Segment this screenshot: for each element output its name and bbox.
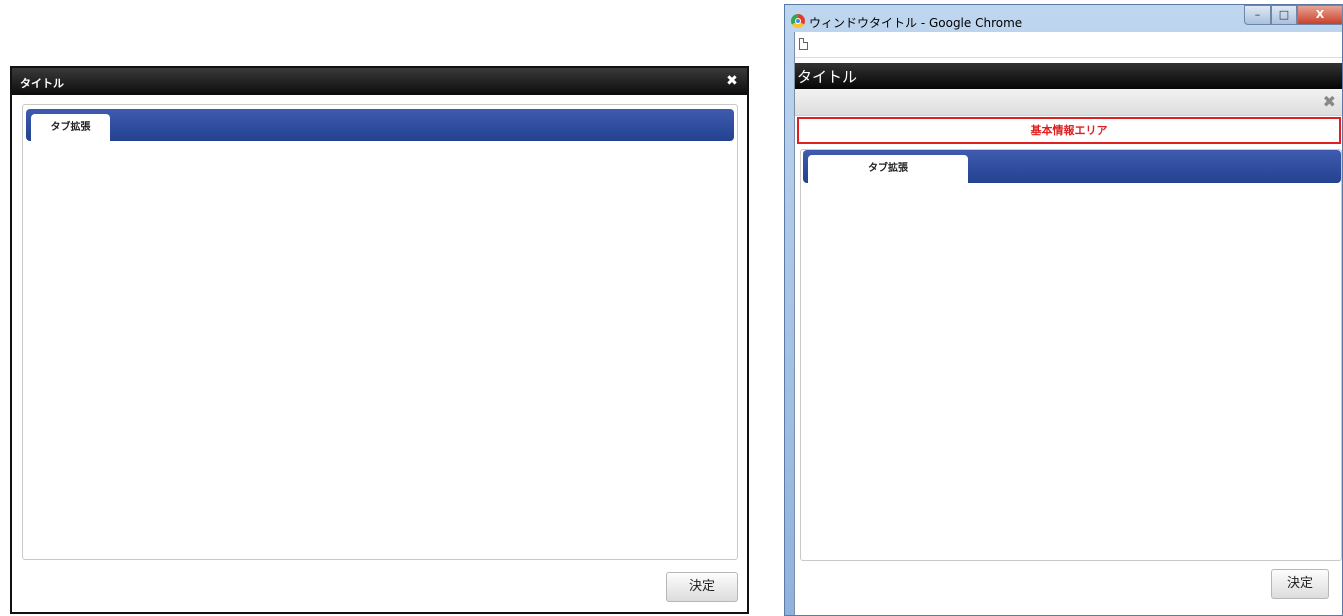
- tab-bar: タブ拡張: [803, 150, 1341, 183]
- window-controls: – □ X: [1244, 5, 1343, 25]
- dialog-content-panel: タブ拡張: [22, 104, 738, 560]
- minimize-button[interactable]: –: [1244, 5, 1271, 25]
- basic-info-area: 基本情報エリア: [797, 117, 1341, 144]
- tab-extension[interactable]: タブ拡張: [31, 114, 110, 141]
- dialog-title: タイトル: [20, 77, 64, 90]
- browser-window: ウィンドウタイトル - Google Chrome – □ X タイトル ✖ 基…: [784, 4, 1343, 616]
- left-dialog: タイトル ✖ タブ拡張 決定: [10, 66, 749, 614]
- dialog-content-panel: タブ拡張: [800, 149, 1342, 561]
- page-icon: [799, 38, 808, 50]
- window-close-button[interactable]: X: [1297, 5, 1343, 25]
- chrome-icon: [791, 14, 805, 28]
- browser-client-area: タイトル ✖ 基本情報エリア タブ拡張: [794, 32, 1342, 615]
- dialog-title-bar: タイトル ✖: [12, 68, 747, 95]
- tab-bar: タブ拡張: [26, 109, 734, 141]
- window-title: ウィンドウタイトル - Google Chrome: [809, 16, 1023, 30]
- maximize-button[interactable]: □: [1271, 5, 1297, 25]
- close-icon[interactable]: ✖: [725, 74, 739, 88]
- dialog-title-bar: タイトル: [795, 63, 1342, 89]
- tab-extension[interactable]: タブ拡張: [808, 155, 968, 183]
- dialog-toolbar: ✖: [795, 89, 1342, 116]
- address-bar: [795, 32, 1342, 58]
- close-icon[interactable]: ✖: [1323, 92, 1336, 111]
- dialog-title: タイトル: [797, 68, 858, 86]
- confirm-button[interactable]: 決定: [666, 572, 738, 602]
- confirm-button[interactable]: 決定: [1271, 569, 1329, 599]
